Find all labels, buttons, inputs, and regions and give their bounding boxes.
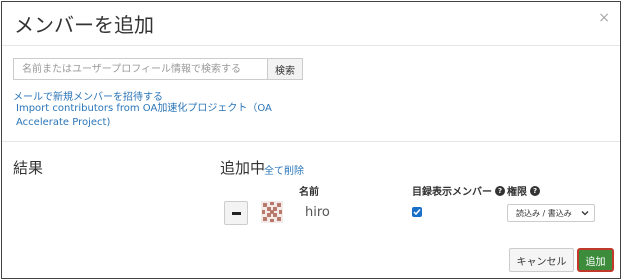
column-header-permission: 権限 ? bbox=[507, 183, 540, 198]
add-member-modal: メンバーを追加 × 検索 メールで新規メンバーを招待する Import cont… bbox=[1, 1, 621, 279]
column-header-name: 名前 bbox=[299, 187, 319, 198]
search-input[interactable] bbox=[13, 58, 267, 80]
check-icon bbox=[413, 209, 421, 216]
member-name: hiro bbox=[305, 205, 330, 220]
search-button[interactable]: 検索 bbox=[267, 58, 303, 80]
invite-by-email-link[interactable]: メールで新規メンバーを招待する bbox=[13, 88, 163, 103]
avatar bbox=[261, 201, 283, 223]
permission-select[interactable]: 読込み / 書込み bbox=[507, 204, 595, 222]
minus-icon bbox=[231, 211, 241, 215]
column-header-catalog-member: 目録表示メンバー ? bbox=[412, 183, 505, 198]
chevron-down-icon bbox=[581, 211, 589, 216]
add-button[interactable]: 追加 bbox=[577, 248, 614, 272]
permission-select-value: 読込み / 書込み bbox=[516, 208, 572, 218]
help-icon[interactable]: ? bbox=[530, 185, 540, 196]
column-header-permission-label: 権限 bbox=[507, 187, 527, 198]
results-heading: 結果 bbox=[13, 159, 44, 177]
cancel-button[interactable]: キャンセル bbox=[509, 248, 574, 272]
import-contributors-link[interactable]: Import contributors from OA加速化プロジェクト（OA … bbox=[16, 102, 286, 130]
column-header-catalog-member-label: 目録表示メンバー bbox=[412, 187, 492, 198]
catalog-member-checkbox[interactable] bbox=[412, 207, 422, 217]
close-icon[interactable]: × bbox=[598, 8, 610, 28]
clear-all-link[interactable]: 全て削除 bbox=[264, 162, 304, 177]
adding-heading: 追加中 bbox=[220, 159, 266, 177]
modal-title: メンバーを追加 bbox=[14, 13, 154, 37]
remove-member-button[interactable] bbox=[224, 201, 248, 225]
help-icon[interactable]: ? bbox=[495, 185, 505, 196]
modal-header: メンバーを追加 × bbox=[2, 2, 620, 46]
divider bbox=[2, 141, 620, 142]
